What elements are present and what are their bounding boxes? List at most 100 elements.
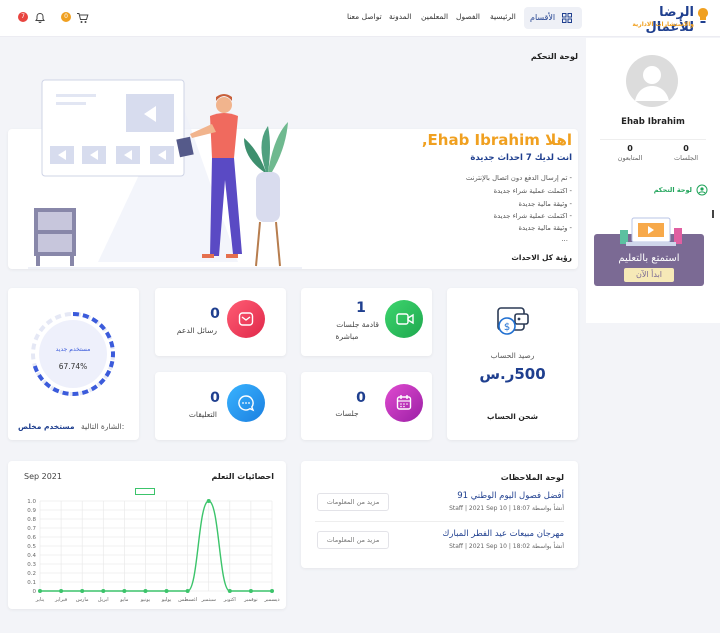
chart-period: Sep 2021 [24, 472, 62, 481]
data-point [59, 589, 64, 593]
welcome-illustration [28, 79, 302, 269]
categories-button[interactable]: الأقسام [524, 7, 582, 29]
badge-progress-ring [31, 312, 115, 396]
stat-label: مباشرة [335, 332, 359, 341]
sessions-label: الجلسات [673, 154, 699, 162]
promo-banner[interactable]: استمتع بالتعليم ابدأ الآن [594, 217, 704, 286]
events-subtitle: انت لديك 7 احداث جديدة [470, 153, 572, 163]
y-tick-label: 0.1 [27, 580, 36, 586]
avatar[interactable] [626, 55, 678, 107]
dashboard-title: لوحة التحكم [530, 52, 578, 61]
notes-card: لوحة الملاحظات أفضل فصول اليوم الوطني 91… [301, 461, 578, 568]
x-tick-label: سبتمبر [201, 597, 216, 603]
y-tick-label: 1.0 [27, 499, 36, 505]
dashboard-icon [696, 184, 708, 196]
nav-blog[interactable]: المدونة [389, 12, 411, 21]
stat-card-support-messages[interactable]: 0 رسائل الدعم [155, 288, 286, 356]
stat-card-comments[interactable]: 0 التعليقات [155, 372, 286, 440]
y-tick-label: 0.8 [27, 517, 36, 523]
next-badge-label: الشارة التالية: [81, 422, 125, 431]
note-more-button[interactable]: مزيد من المعلومات [317, 531, 389, 549]
charge-account-link[interactable]: شحن الحساب [447, 412, 578, 421]
x-tick-label: يوليو [161, 597, 172, 603]
site-logo[interactable]: الرضا للأعمال والاستشارات الادارية [612, 5, 712, 35]
learning-stats-card: احصائيات التعلم Sep 2021 0 0.1 0.2 0.3 0.4 0.… [8, 461, 286, 609]
balance-card: $ رصيد الحساب 500ر.س شحن الحساب [447, 288, 578, 440]
note-more-button[interactable]: مزيد من المعلومات [317, 493, 389, 511]
nav-home[interactable]: الرئيسية [490, 12, 516, 21]
cart-icon[interactable] [76, 12, 89, 24]
nav-teachers[interactable]: المعلمين [421, 12, 448, 21]
notification-bell-icon[interactable] [34, 12, 46, 24]
x-tick-label: ديسمبر [263, 597, 279, 603]
data-point [164, 589, 169, 593]
top-navbar: 7 0 تواصل معنا المدونة المعلمين الفصول ا… [0, 0, 720, 37]
stat-card-sessions[interactable]: 0 جلسات [301, 372, 432, 440]
menu-dashboard-label: لوحة التحكم [653, 186, 692, 194]
event-item: - اكتملت عملية شراء جديدة [493, 212, 572, 220]
stat-value: 0 [356, 390, 366, 406]
y-tick-label: 0.2 [27, 571, 36, 577]
promo-laptop-icon [620, 217, 682, 246]
data-point [206, 499, 211, 503]
balance-amount: 500ر.س [479, 365, 546, 383]
logo-main-text: الرضا للأعمال [645, 5, 694, 35]
x-tick-label: نوفمبر [243, 597, 258, 603]
stat-label: قادمة جلسات [336, 320, 379, 329]
badge-progress-percent: 67.74% [58, 362, 88, 371]
stat-label: التعليقات [188, 410, 217, 419]
nav-contact[interactable]: تواصل معنا [347, 12, 382, 21]
stat-value: 0 [210, 306, 220, 322]
stat-card-live-sessions[interactable]: 1 قادمة جلسات مباشرة [301, 288, 432, 356]
promo-text: استمتع بالتعليم [618, 253, 680, 264]
stat-label: جلسات [335, 409, 359, 418]
nav-classes[interactable]: الفصول [456, 12, 480, 21]
greeting-text: اهلا Ehab Ibrahim, [421, 131, 572, 149]
note-meta: أنشأ بواسطة Staff | 2021 Sep 10 | 18:02 [449, 543, 564, 550]
data-point [80, 589, 85, 593]
data-point [185, 589, 190, 593]
calendar-icon [385, 384, 423, 422]
menu-dashboard[interactable]: لوحة التحكم [626, 184, 714, 196]
data-point [38, 589, 42, 593]
sessions-count: 0 [683, 144, 689, 153]
stat-label: رسائل الدعم [176, 326, 217, 335]
x-tick-label: مايو [119, 597, 128, 603]
note-title[interactable]: أفضل فصول اليوم الوطني 91 [457, 491, 564, 501]
stat-value: 0 [210, 390, 220, 406]
wallet-icon: $ [497, 307, 529, 335]
y-tick-label: 0.9 [27, 508, 36, 514]
followers-label: المتابعون [617, 154, 643, 162]
next-badge-value: مستخدم مخلص [18, 422, 75, 431]
y-tick-label: 0.4 [27, 553, 36, 559]
notes-title: لوحة الملاحظات [500, 473, 564, 482]
chat-icon [227, 384, 265, 422]
logo-sub-text: والاستشارات الادارية [632, 21, 694, 28]
y-tick-label: 0.3 [27, 562, 36, 568]
learning-line-chart: 0 0.1 0.2 0.3 0.4 0.5 0.6 0.7 0.8 0.9 1.0 يناير فبرا… [27, 499, 280, 603]
followers-count: 0 [627, 144, 633, 153]
badge-progress-card: مستخدم جديد 67.74% الشارة التالية: مستخد… [8, 288, 139, 440]
y-tick-label: 0 [33, 589, 37, 595]
chart-title: احصائيات التعلم [211, 472, 274, 481]
grid-icon [562, 13, 572, 23]
data-point [143, 589, 148, 593]
data-point [227, 589, 232, 593]
promo-start-button[interactable]: ابدأ الآن [624, 268, 674, 282]
event-item: - اكتملت عملية شراء جديدة [493, 187, 572, 195]
cart-badge: 0 [61, 12, 71, 22]
x-tick-label: اكتوبر [223, 597, 236, 603]
menu-truncated-icon [712, 210, 720, 218]
x-tick-label: يونيو [140, 597, 151, 603]
x-tick-label: اغسطس [178, 597, 197, 603]
x-tick-label: يناير [35, 597, 45, 603]
svg-text:$: $ [504, 322, 510, 333]
data-point [101, 589, 106, 593]
categories-label: الأقسام [530, 13, 556, 22]
note-title[interactable]: مهرجان مبيعات عيد الفطر المبارك [442, 529, 564, 539]
logo-bulb-icon [698, 8, 708, 23]
view-all-events-link[interactable]: رؤية كل الاحداث [511, 253, 572, 262]
events-ellipsis: ... [561, 235, 568, 243]
x-tick-label: فبراير [54, 597, 68, 603]
video-icon [385, 300, 423, 338]
